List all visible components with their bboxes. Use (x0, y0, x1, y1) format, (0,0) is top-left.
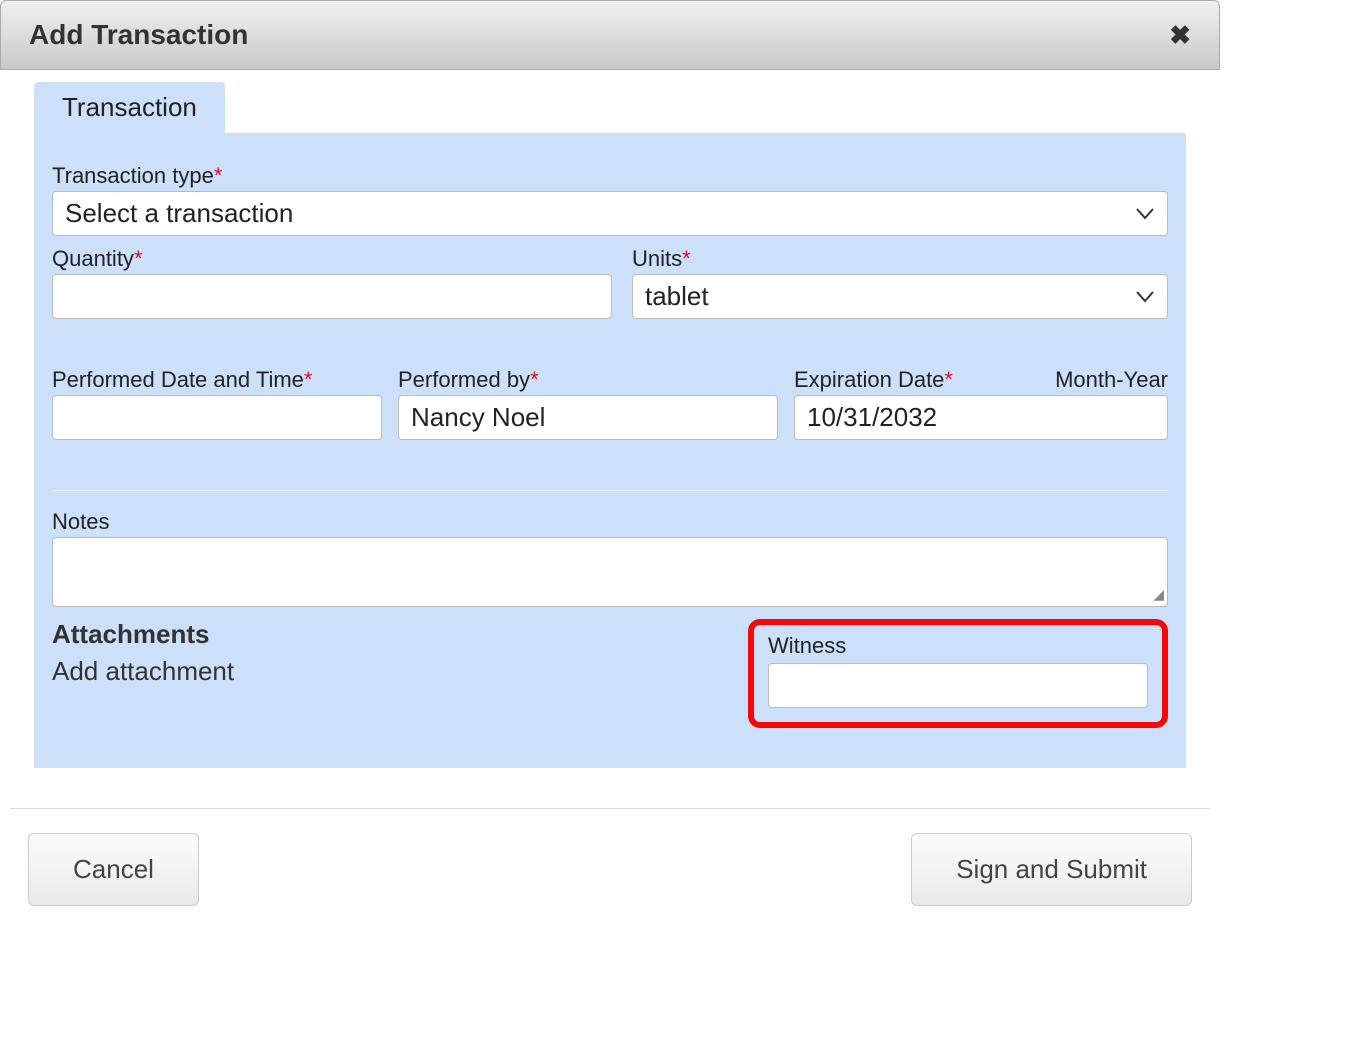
required-mark: * (214, 163, 223, 188)
transaction-type-field: Transaction type* Select a transaction (52, 163, 1168, 236)
label-text: Performed Date and Time (52, 367, 304, 392)
attachments-heading: Attachments (52, 619, 728, 650)
tab-row: Transaction (10, 82, 1210, 133)
performed-date-input[interactable] (52, 395, 382, 440)
units-select[interactable]: tablet (632, 274, 1168, 319)
quantity-input[interactable] (52, 274, 612, 319)
select-value: tablet (632, 274, 1168, 319)
tab-transaction[interactable]: Transaction (34, 82, 225, 133)
quantity-units-row: Quantity* Units* tablet (52, 246, 1168, 319)
expiration-label: Expiration Date* (794, 367, 953, 393)
tab-panel: Transaction type* Select a transaction Q… (34, 133, 1186, 768)
units-label: Units* (632, 246, 1168, 272)
close-icon[interactable]: ✖ (1169, 22, 1191, 48)
section-divider (52, 490, 1168, 491)
label-text: Expiration Date (794, 367, 944, 392)
required-mark: * (944, 367, 953, 392)
dialog-header: Add Transaction ✖ (0, 0, 1220, 70)
expiration-hint: Month-Year (1055, 367, 1168, 393)
required-mark: * (682, 246, 691, 271)
quantity-label: Quantity* (52, 246, 612, 272)
expiration-input[interactable] (794, 395, 1168, 440)
required-mark: * (304, 367, 313, 392)
witness-highlight-box: Witness (748, 619, 1168, 728)
quantity-field: Quantity* (52, 246, 612, 319)
dialog-footer: Cancel Sign and Submit (10, 833, 1210, 936)
witness-label: Witness (768, 633, 1148, 659)
required-mark: * (134, 246, 143, 271)
performed-row: Performed Date and Time* Performed by* E… (52, 367, 1168, 440)
label-text: Performed by (398, 367, 530, 392)
required-mark: * (530, 367, 539, 392)
notes-label: Notes (52, 509, 1168, 535)
add-attachment-link[interactable]: Add attachment (52, 656, 728, 687)
notes-textarea[interactable] (52, 537, 1168, 607)
expiration-field: Expiration Date* Month-Year (794, 367, 1168, 440)
dialog-body: Transaction Transaction type* Select a t… (0, 70, 1220, 936)
performed-date-field: Performed Date and Time* (52, 367, 382, 440)
label-text: Units (632, 246, 682, 271)
footer-divider (10, 808, 1210, 809)
units-field: Units* tablet (632, 246, 1168, 319)
add-transaction-dialog: Add Transaction ✖ Transaction Transactio… (0, 0, 1220, 936)
select-value: Select a transaction (52, 191, 1168, 236)
label-text: Quantity (52, 246, 134, 271)
performed-date-label: Performed Date and Time* (52, 367, 382, 393)
attachments-witness-row: Attachments Add attachment Witness (52, 619, 1168, 728)
performed-by-input[interactable] (398, 395, 778, 440)
sign-submit-button[interactable]: Sign and Submit (911, 833, 1192, 906)
attachments-section: Attachments Add attachment (52, 619, 728, 687)
label-text: Transaction type (52, 163, 214, 188)
dialog-title: Add Transaction (29, 19, 248, 51)
performed-by-label: Performed by* (398, 367, 778, 393)
cancel-button[interactable]: Cancel (28, 833, 199, 906)
notes-field: Notes ◢ (52, 509, 1168, 607)
witness-input[interactable] (768, 663, 1148, 708)
performed-by-field: Performed by* (398, 367, 778, 440)
transaction-type-label: Transaction type* (52, 163, 1168, 189)
transaction-type-select[interactable]: Select a transaction (52, 191, 1168, 236)
